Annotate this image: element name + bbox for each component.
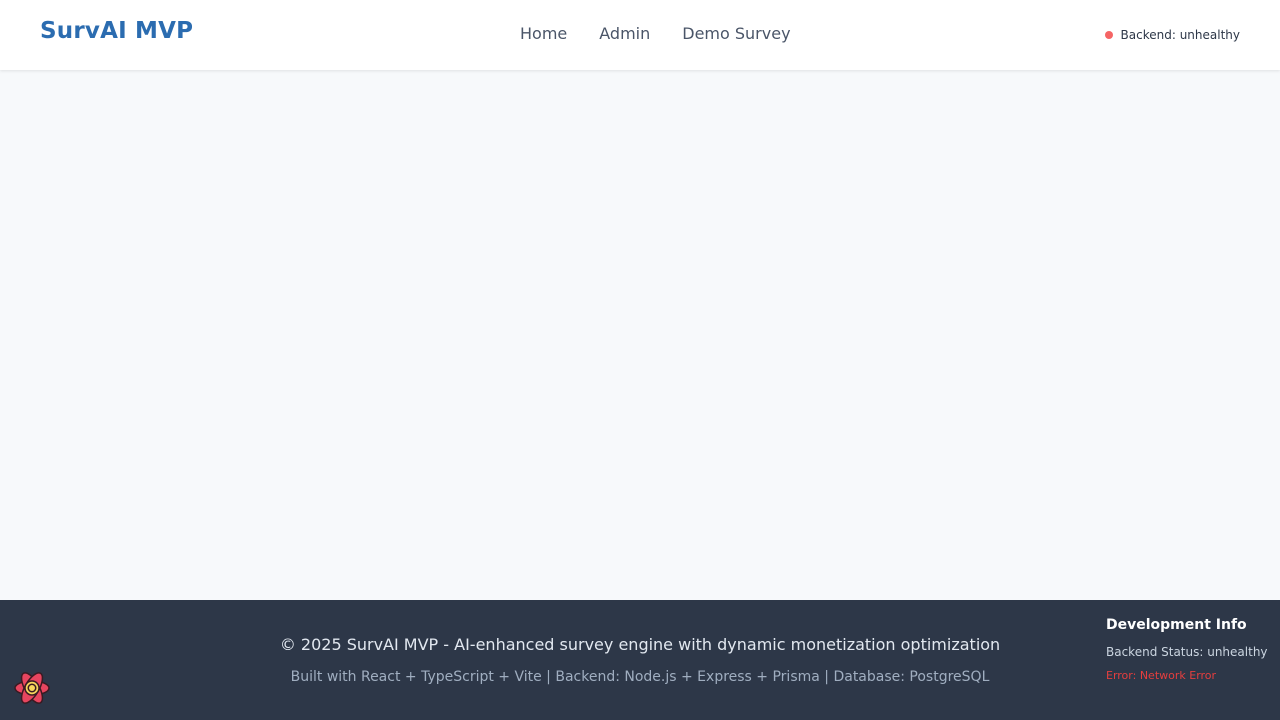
nav-home[interactable]: Home (520, 24, 567, 43)
dev-backend-status: Backend Status: unhealthy (1106, 645, 1268, 659)
app-footer: © 2025 SurvAI MVP - AI-enhanced survey e… (0, 600, 1280, 720)
backend-status-text: Backend: unhealthy (1120, 28, 1240, 42)
dev-info-panel: Development Info Backend Status: unhealt… (1106, 617, 1276, 682)
footer-tech-stack: Built with React + TypeScript + Vite | B… (290, 669, 990, 685)
status-dot-icon (1104, 31, 1113, 39)
nav-demo-survey[interactable]: Demo Survey (682, 24, 790, 43)
backend-status-indicator: Backend: unhealthy (1104, 28, 1240, 42)
react-query-devtools-icon[interactable] (12, 668, 52, 708)
footer-copyright: © 2025 SurvAI MVP - AI-enhanced survey e… (279, 635, 1001, 654)
dev-error-message: Error: Network Error (1106, 669, 1217, 682)
dev-info-title: Development Info (1106, 617, 1247, 633)
app-header: SurvAI MVP Home Admin Demo Survey Backen… (0, 0, 1280, 70)
main-content (0, 70, 1280, 600)
main-nav: Home Admin Demo Survey (520, 24, 791, 43)
nav-admin[interactable]: Admin (599, 24, 650, 43)
brand-logo[interactable]: SurvAI MVP (40, 18, 193, 44)
